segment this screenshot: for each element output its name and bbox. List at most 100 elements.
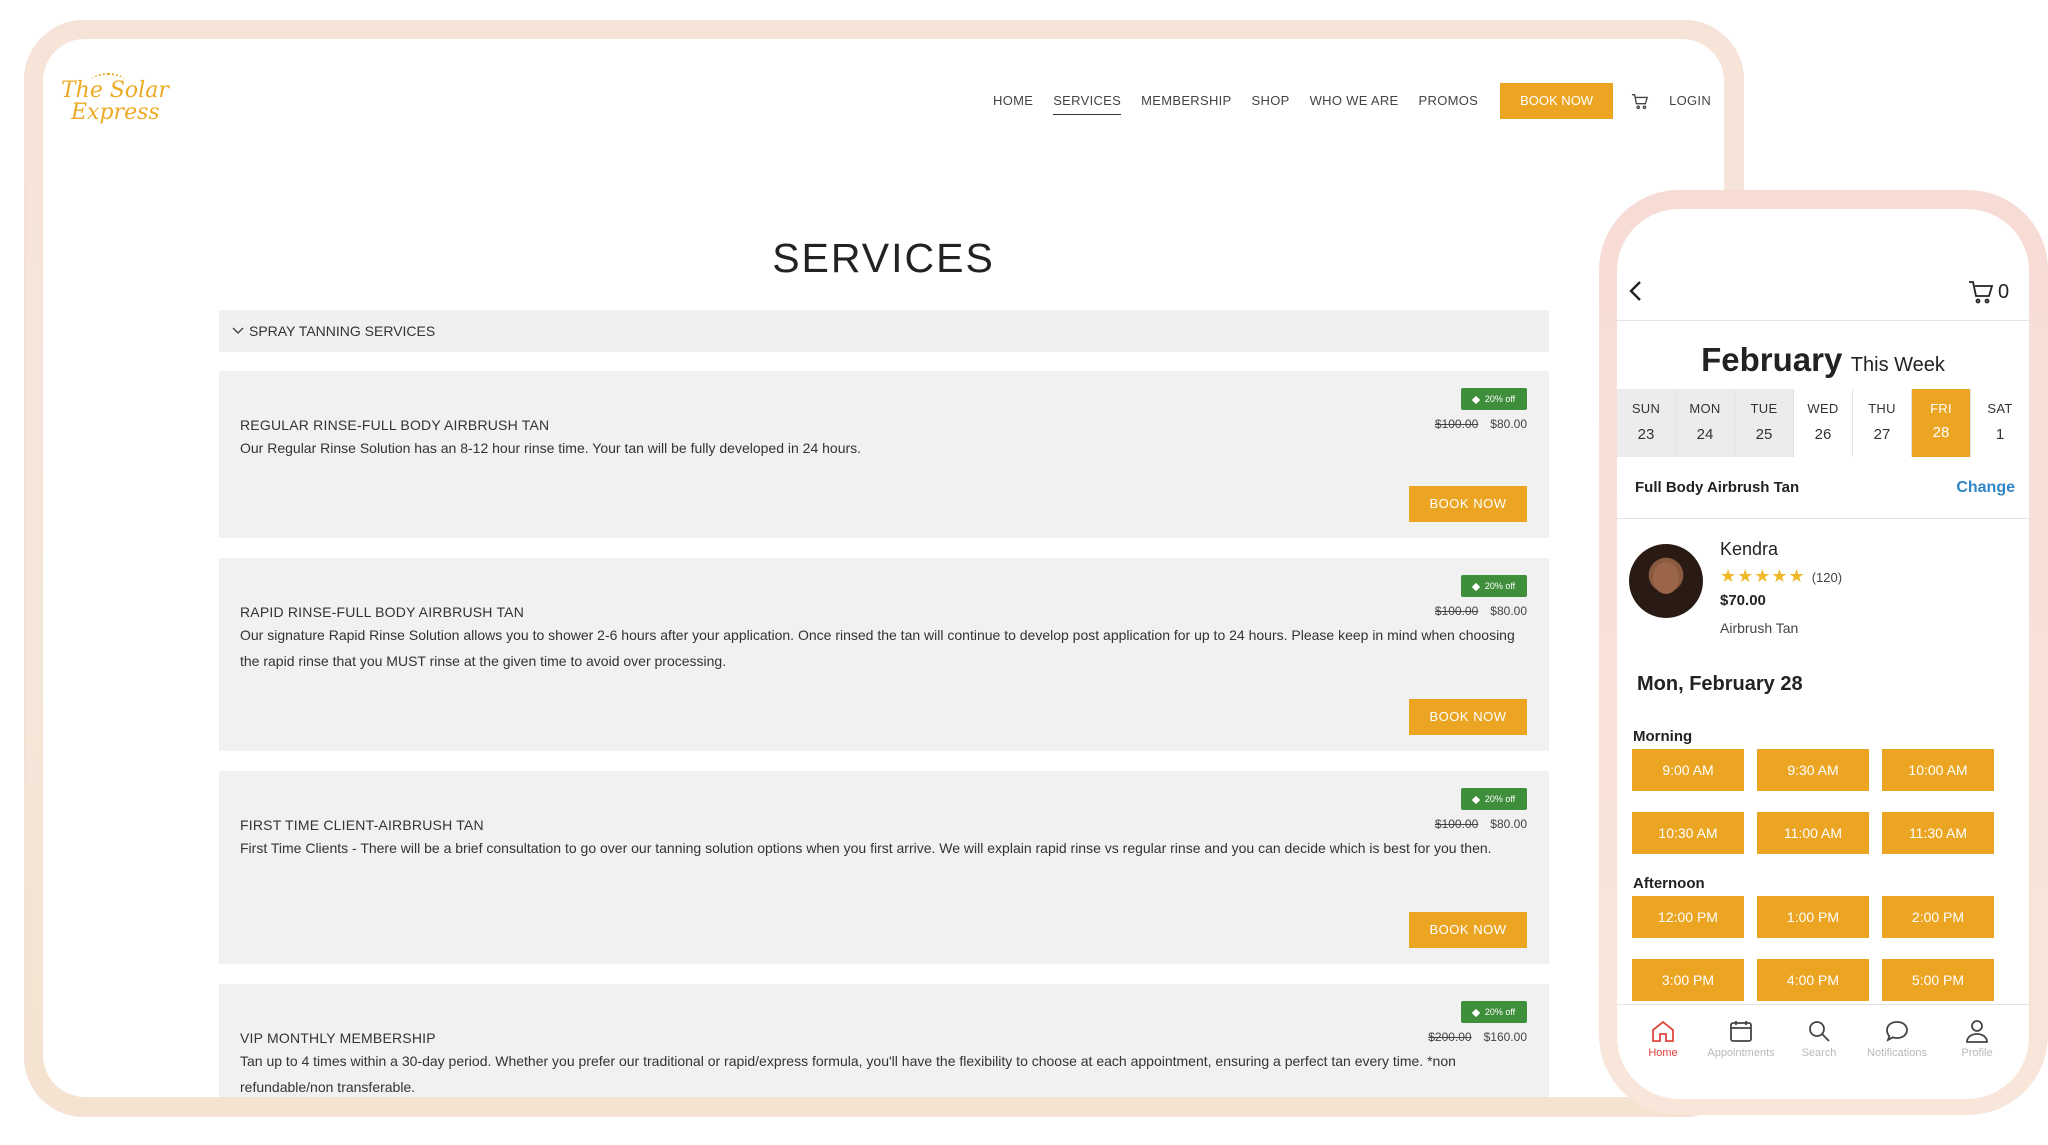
price-group: $100.00 $80.00 [1435,417,1527,431]
time-slot[interactable]: 10:00 AM [1882,749,1994,791]
selected-date: Mon, February 28 [1637,673,1803,695]
nav-promos[interactable]: PROMOS [1419,83,1479,119]
discount-badge: 20% off [1461,1001,1527,1023]
page-title: SERVICES [772,235,995,281]
cart-icon[interactable] [1968,280,1994,304]
morning-label: Morning [1633,728,1693,745]
phone-screen: 0 February This Week SUN 23 MON 24 TUE 25 W… [1617,209,2029,1099]
nav-who-we-are[interactable]: WHO WE ARE [1310,83,1399,119]
book-now-button[interactable]: BOOK NOW [1409,912,1527,948]
nav-home[interactable]: HOME [993,83,1033,119]
original-price: $100.00 [1434,817,1479,831]
tab-notifications[interactable]: Notifications [1857,1019,1937,1059]
sale-price: $160.00 [1483,1030,1527,1044]
change-service-link[interactable]: Change [1956,479,2015,497]
discount-badge: 20% off [1461,788,1527,810]
selected-service-row: Full Body Airbrush Tan Change [1617,457,2029,519]
service-name: FIRST TIME CLIENT-AIRBRUSH TAN [240,817,484,833]
time-slot[interactable]: 10:30 AM [1632,812,1744,854]
sale-price: $80.00 [1490,417,1527,431]
tag-icon [1471,1008,1481,1017]
tab-search[interactable]: Search [1779,1019,1859,1059]
nav-services[interactable]: SERVICES [1053,83,1122,119]
price-group: $100.00 $80.00 [1435,817,1527,831]
service-description: First Time Clients - There will be a bri… [240,840,1492,856]
time-slot[interactable]: 3:00 PM [1632,959,1744,1001]
day-sun[interactable]: SUN 23 [1617,389,1676,457]
home-icon [1652,1020,1674,1042]
stylist-avatar [1629,544,1703,618]
brand-logo[interactable]: The Solar Express [61,73,171,133]
service-card: 20% off $100.00 $80.00 RAPID RINSE-FULL B… [219,558,1549,751]
time-slot[interactable]: 12:00 PM [1632,896,1744,938]
section-accordion-header[interactable]: SPRAY TANNING SERVICES [219,310,1549,352]
cart-count: 0 [1998,281,2010,303]
day-wed[interactable]: WED 26 [1794,389,1853,457]
day-fri-selected[interactable]: FRI 28 [1912,389,1971,457]
service-card: 20% off $100.00 $80.00 REGULAR RINSE-FULL… [219,371,1549,538]
book-now-button[interactable]: BOOK NOW [1409,699,1527,735]
afternoon-label: Afternoon [1633,875,1705,892]
week-label: This Week [1850,354,1945,376]
user-icon [1966,1020,1988,1043]
day-tue[interactable]: TUE 25 [1735,389,1794,457]
cart-icon[interactable] [1631,92,1649,110]
service-description: Our Regular Rinse Solution has an 8-12 h… [240,440,862,456]
service-name: RAPID RINSE-FULL BODY AIRBRUSH TAN [240,604,525,620]
service-description: Our signature Rapid Rinse Solution allow… [240,627,1515,669]
search-icon [1809,1021,1830,1042]
discount-badge: 20% off [1461,388,1527,410]
tab-appointments[interactable]: Appointments [1701,1019,1781,1059]
header-divider [1617,320,2029,321]
week-strip: SUN 23 MON 24 TUE 25 WED 26 THU 27 FRI 28 SAT 1 [1617,389,2029,457]
day-sat[interactable]: SAT 1 [1971,389,2029,457]
service-description: Tan up to 4 times within a 30-day period… [240,1053,1456,1095]
time-slot[interactable]: 1:00 PM [1757,896,1869,938]
desktop-screen: The Solar Express HOME SERVICES MEMBERSH… [43,39,1724,1097]
service-card: 20% off $100.00 $80.00 FIRST TIME CLIENT-… [219,771,1549,964]
nav-book-now-button[interactable]: BOOK NOW [1500,83,1614,119]
time-slot[interactable]: 9:30 AM [1757,749,1869,791]
sale-price: $80.00 [1490,817,1527,831]
nav-login[interactable]: LOGIN [1669,83,1711,119]
logo-line-2: Express [71,100,160,125]
stylist-service: Airbrush Tan [1720,620,1799,636]
section-title: SPRAY TANNING SERVICES [249,323,436,339]
price-group: $200.00 $160.00 [1428,1030,1527,1044]
day-mon[interactable]: MON 24 [1676,389,1735,457]
calendar-header: February This Week [1617,341,2029,379]
rating-stars: ★★★★★ (120) [1720,566,1843,586]
time-slot[interactable]: 2:00 PM [1882,896,1994,938]
tab-home[interactable]: Home [1623,1019,1703,1059]
service-name: REGULAR RINSE-FULL BODY AIRBRUSH TAN [240,417,550,433]
main-navigation: HOME SERVICES MEMBERSHIP SHOP WHO WE ARE… [993,83,1724,119]
tag-icon [1471,395,1481,404]
service-card: 20% off $200.00 $160.00 VIP MONTHLY MEMBE… [219,984,1549,1097]
time-slot[interactable]: 9:00 AM [1632,749,1744,791]
selected-service-name: Full Body Airbrush Tan [1635,479,1800,496]
back-arrow-icon[interactable] [1627,279,1645,303]
time-slot[interactable]: 5:00 PM [1882,959,1994,1001]
tag-icon [1471,795,1481,804]
price-group: $100.00 $80.00 [1435,604,1527,618]
time-slot[interactable]: 11:30 AM [1882,812,1994,854]
book-now-button[interactable]: BOOK NOW [1409,486,1527,522]
original-price: $100.00 [1434,417,1479,431]
nav-shop[interactable]: SHOP [1252,83,1290,119]
time-slot[interactable]: 11:00 AM [1757,812,1869,854]
nav-membership[interactable]: MEMBERSHIP [1141,83,1231,119]
month-label: February [1701,341,1843,378]
stylist-price: $70.00 [1720,592,1766,609]
bottom-tab-bar: Home Appointments Search Notifications P… [1617,1004,2029,1099]
original-price: $200.00 [1428,1030,1472,1044]
review-count: (120) [1811,570,1843,585]
tab-profile[interactable]: Profile [1937,1019,2017,1059]
day-thu[interactable]: THU 27 [1853,389,1912,457]
calendar-icon [1730,1021,1752,1042]
tag-icon [1471,582,1481,591]
chevron-down-icon [232,327,244,334]
time-slot[interactable]: 4:00 PM [1757,959,1869,1001]
stylist-name: Kendra [1720,539,1779,559]
original-price: $100.00 [1434,604,1479,618]
sale-price: $80.00 [1490,604,1527,618]
